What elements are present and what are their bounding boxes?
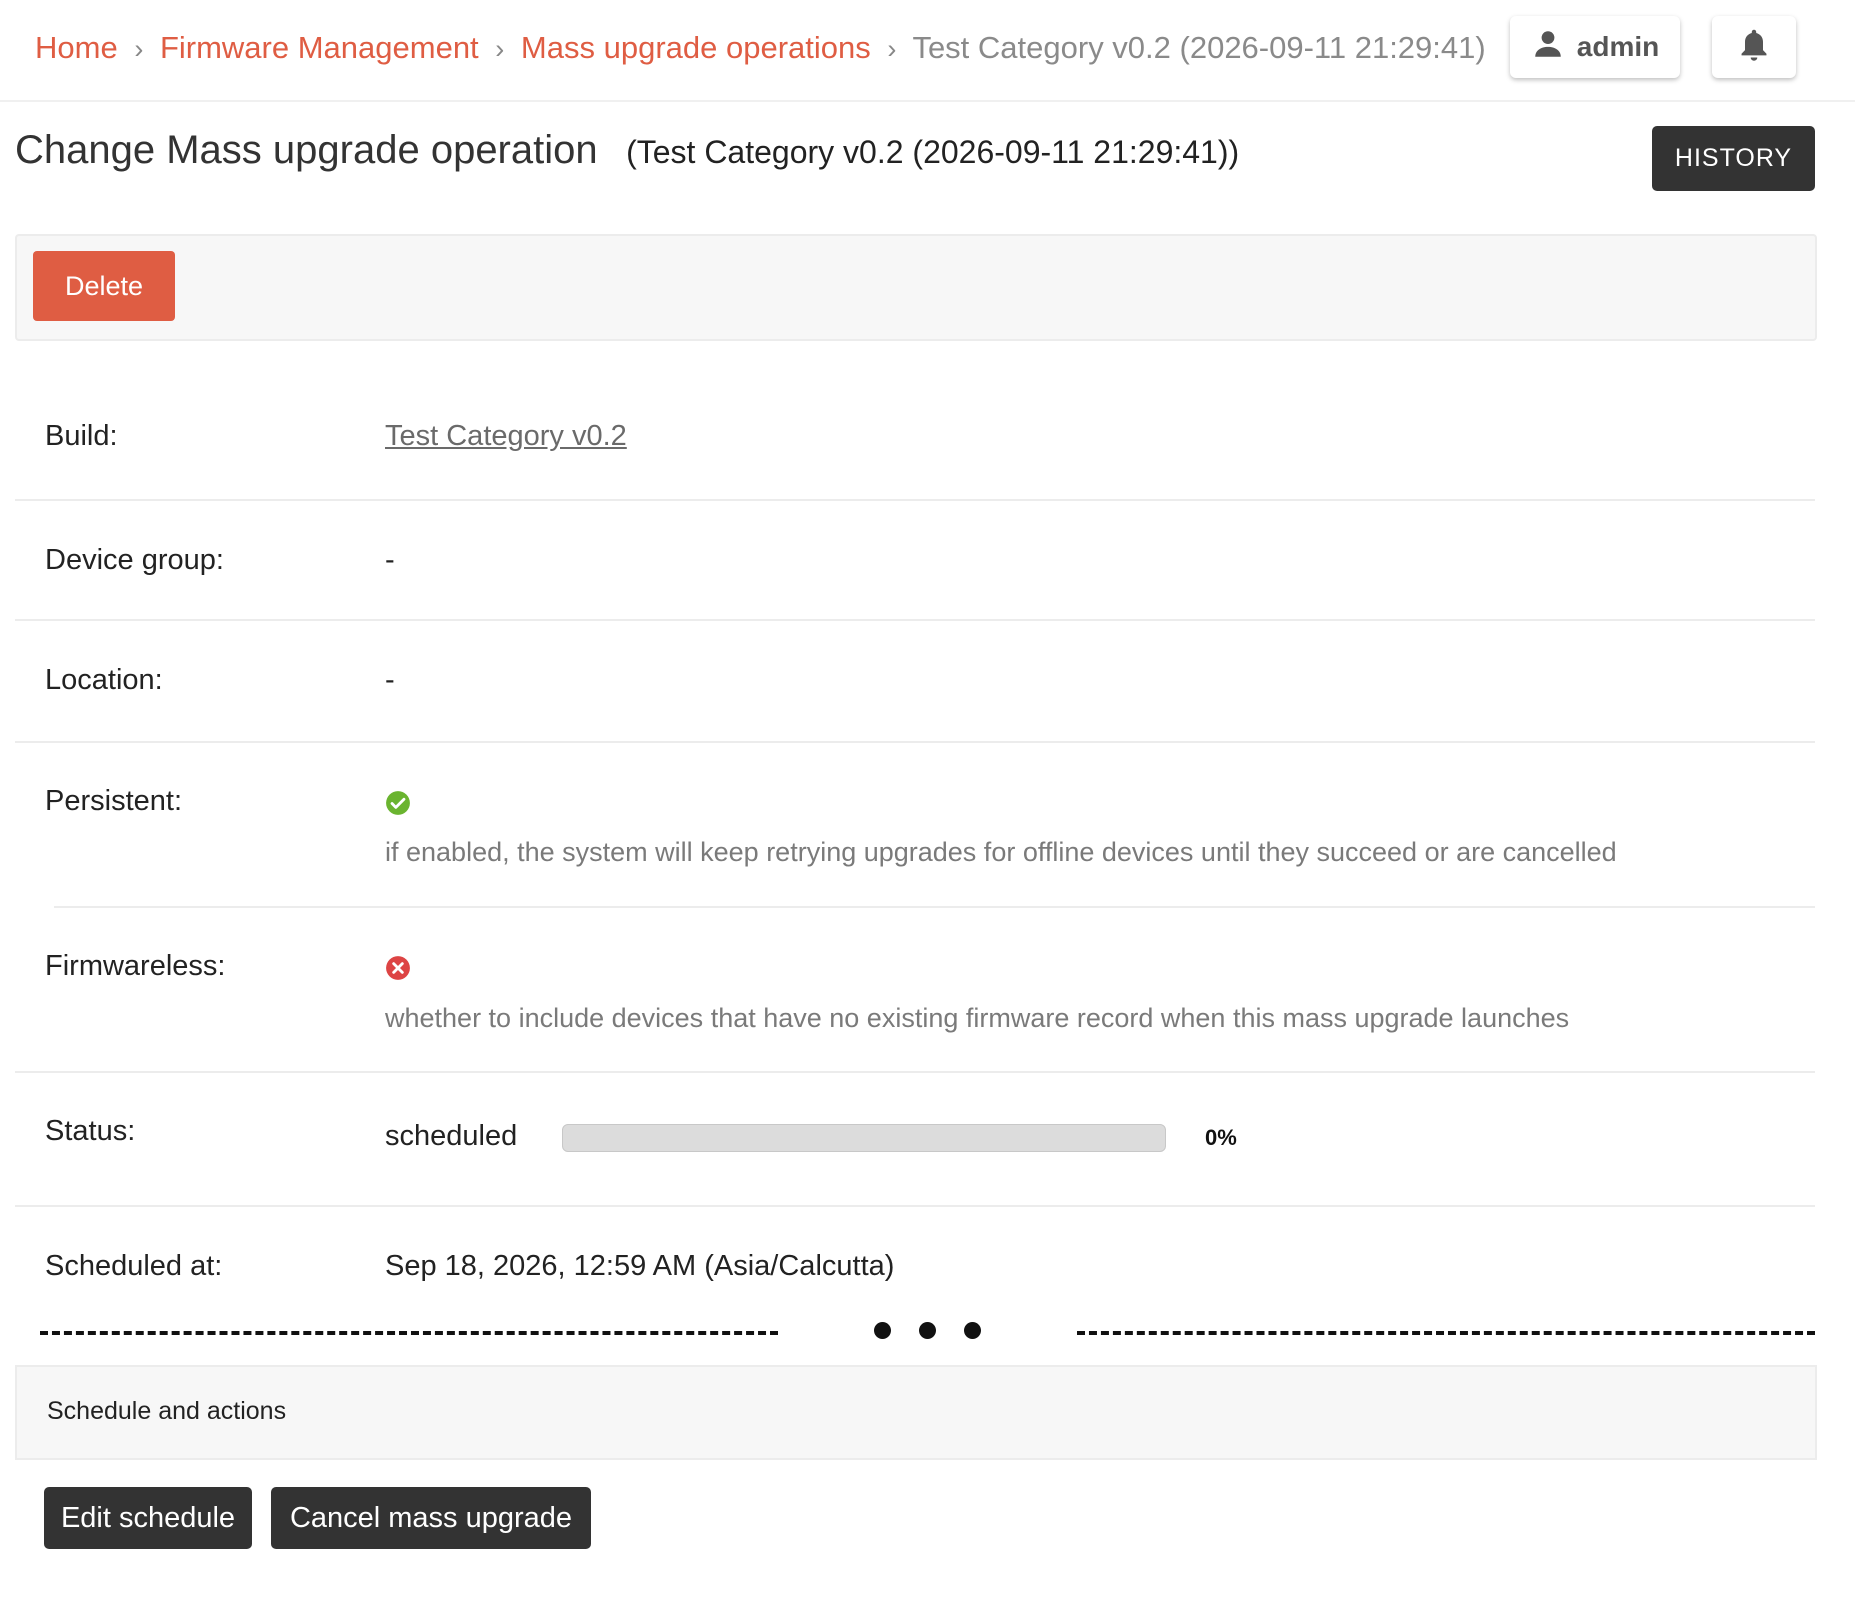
field-divider [15,1205,1815,1207]
schedule-actions-title: Schedule and actions [47,1397,287,1425]
field-divider [15,741,1815,743]
ellipsis-dot [964,1322,981,1339]
status-progress-percent: 0% [1205,1125,1237,1150]
persistent-value [385,790,411,824]
page-title: Change Mass upgrade operation [15,128,598,172]
field-divider [15,499,1815,501]
delete-button[interactable]: Delete [33,251,175,321]
notifications-button[interactable] [1712,16,1796,78]
page-header: Change Mass upgrade operation (Test Cate… [15,128,1239,173]
top-bar: Home › Firmware Management › Mass upgrad… [0,0,1855,102]
breadcrumb-separator: › [887,34,897,64]
x-circle-icon [385,956,411,988]
user-name: admin [1576,31,1660,62]
scheduled-at-label: Scheduled at: [45,1250,223,1282]
persistent-label: Persistent: [45,785,182,817]
device-group-label: Device group: [45,544,224,576]
breadcrumb-separator: › [495,34,505,64]
breadcrumb: Home › Firmware Management › Mass upgrad… [35,30,1486,66]
breadcrumb-firmware-management[interactable]: Firmware Management [160,30,479,65]
edit-schedule-button[interactable]: Edit schedule [44,1487,252,1549]
page-subtitle: (Test Category v0.2 (2026-09-11 21:29:41… [626,134,1240,170]
scheduled-at-value: Sep 18, 2026, 12:59 AM (Asia/Calcutta) [385,1250,895,1282]
cancel-mass-upgrade-button[interactable]: Cancel mass upgrade [271,1487,591,1549]
location-label: Location: [45,664,163,696]
build-value: Test Category v0.2 [385,420,627,453]
breadcrumb-home[interactable]: Home [35,30,118,65]
firmwareless-help: whether to include devices that have no … [385,1003,1570,1033]
schedule-actions-header: Schedule and actions [15,1365,1817,1460]
breadcrumb-mass-upgrade-operations[interactable]: Mass upgrade operations [521,30,871,65]
persistent-help: if enabled, the system will keep retryin… [385,837,1617,867]
ellipsis-dot [919,1322,936,1339]
build-link[interactable]: Test Category v0.2 [385,420,627,452]
field-divider [15,619,1815,621]
breadcrumb-separator: › [134,34,144,64]
firmwareless-value [385,955,411,989]
content-break-dots [874,1322,981,1339]
build-label: Build: [45,420,118,452]
firmwareless-label: Firmwareless: [45,950,226,982]
ellipsis-dot [874,1322,891,1339]
content-break-line [1077,1331,1815,1335]
history-button[interactable]: HISTORY [1652,126,1815,191]
status-progress-bar [562,1124,1166,1152]
check-circle-icon [385,791,411,823]
status-value: scheduled [385,1120,518,1152]
bell-icon [1737,27,1771,68]
location-value: - [385,664,395,696]
user-menu-button[interactable]: admin [1510,16,1680,78]
user-icon [1531,27,1565,68]
field-divider [15,1071,1815,1073]
content-break-line [40,1331,778,1335]
breadcrumb-current: Test Category v0.2 (2026-09-11 21:29:41) [912,30,1486,65]
device-group-value: - [385,544,395,576]
object-actions-bar: Delete [15,234,1817,341]
status-label: Status: [45,1115,136,1147]
field-divider [54,906,1815,908]
